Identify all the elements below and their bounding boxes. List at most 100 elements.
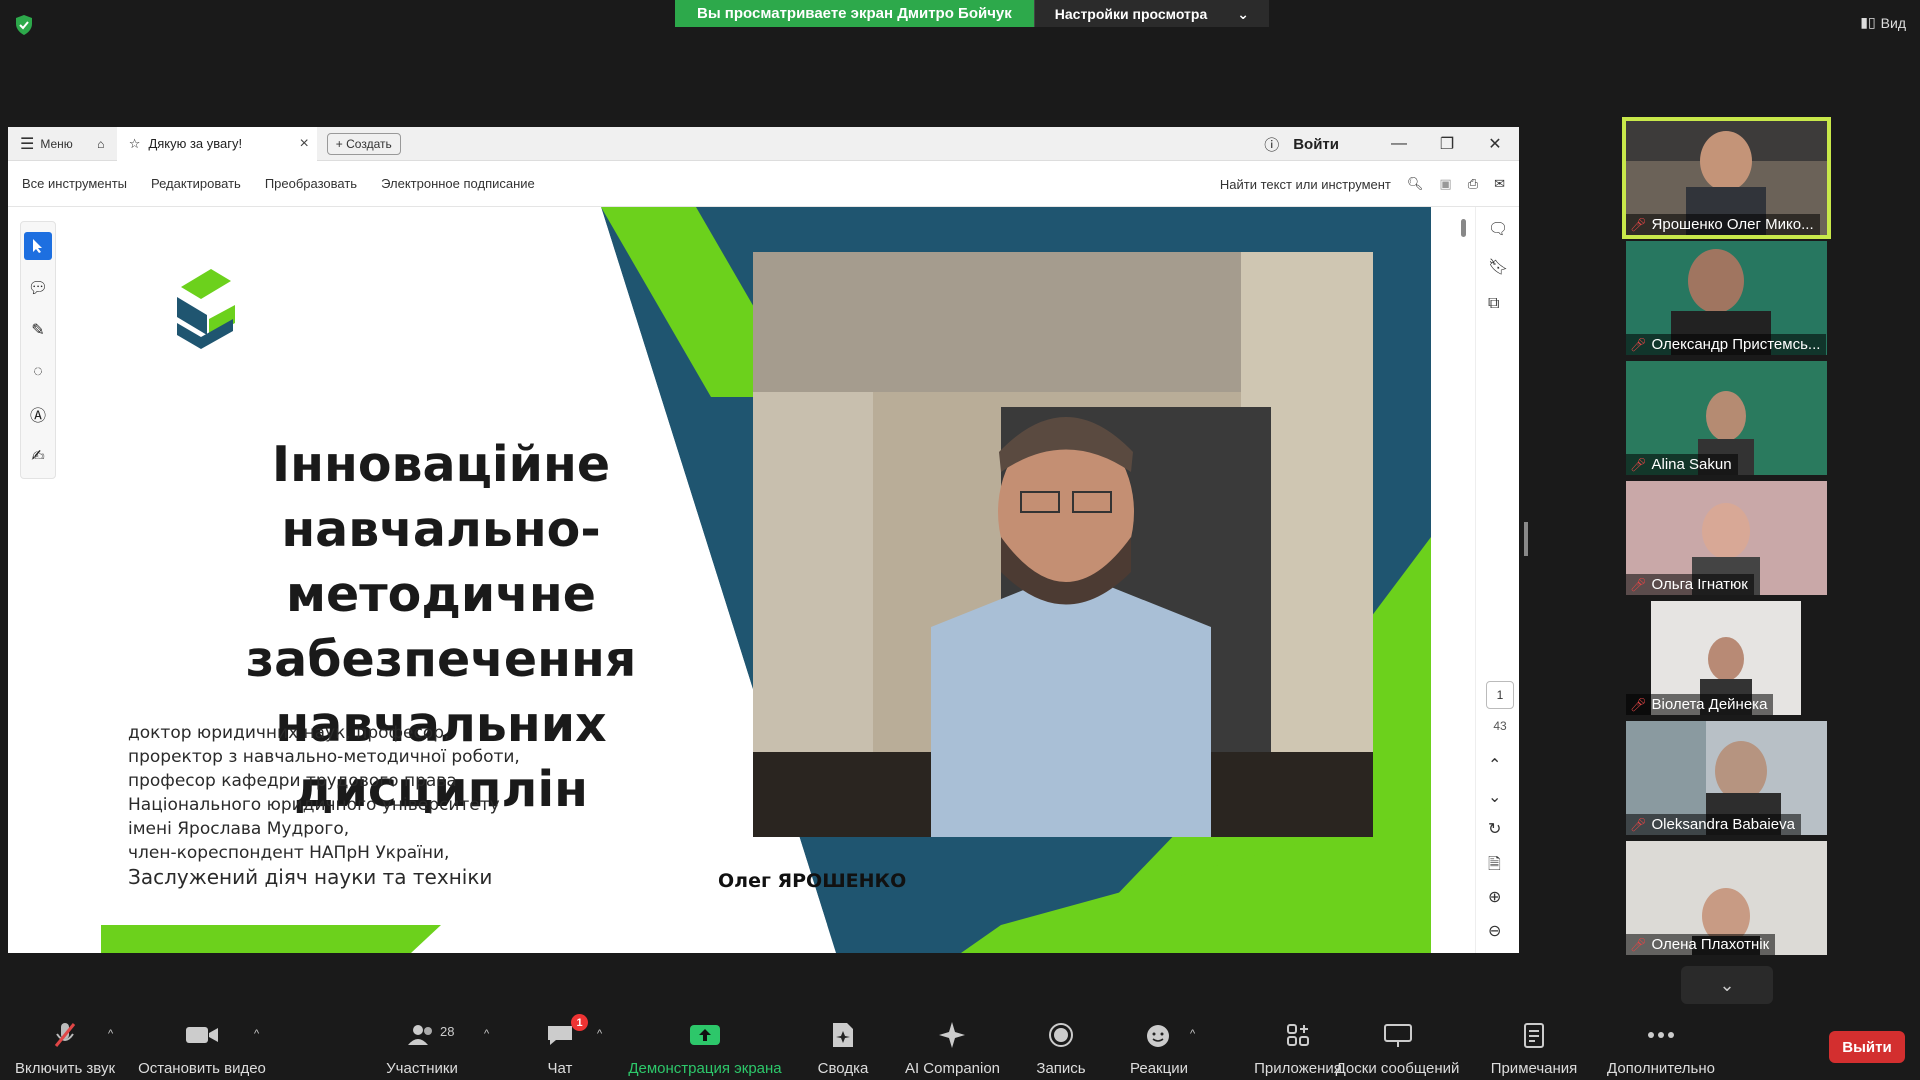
- menu-label: Меню: [40, 136, 73, 151]
- participant-name: Alina Sakun: [1651, 456, 1732, 473]
- mic-muted-icon: 🎤︎: [1630, 336, 1647, 352]
- participant-label: 🎤︎ Ярошенко Олег Мико...: [1626, 214, 1820, 235]
- panel-splitter-handle[interactable]: [1524, 522, 1528, 556]
- print-icon[interactable]: ⎙: [1468, 176, 1478, 192]
- share-screen-button[interactable]: Демонстрация экрана: [625, 1010, 785, 1080]
- credentials-line: професор кафедри трудового права: [128, 771, 457, 791]
- select-cursor-icon[interactable]: [24, 232, 52, 260]
- participant-tile[interactable]: 🎤︎ Ярошенко Олег Мико...: [1622, 117, 1831, 239]
- convert-link[interactable]: Преобразовать: [265, 176, 357, 191]
- unmute-button[interactable]: Включить звук: [10, 1010, 120, 1080]
- whiteboards-button[interactable]: Доски сообщений: [1330, 1010, 1465, 1080]
- bookmarks-icon[interactable]: 🔖︎: [1488, 257, 1508, 277]
- create-button[interactable]: + Создать: [326, 132, 401, 155]
- quick-tools-panel: 💬︎ ✎ ◌ Ⓐ ✍: [20, 221, 56, 479]
- participant-tile[interactable]: 🎤︎ Олександр Пристемсь...: [1626, 241, 1827, 355]
- highlight-pen-icon[interactable]: ✎: [24, 316, 52, 344]
- reactions-options-caret[interactable]: ^: [1190, 1028, 1195, 1040]
- chevron-up-icon[interactable]: ⌃: [1488, 755, 1501, 775]
- participant-tile[interactable]: 🎤︎ Олена Плахотнік: [1626, 841, 1827, 955]
- layout-icon: ▮▯: [1860, 14, 1876, 30]
- participant-name: Ольга Ігнатюк: [1651, 576, 1748, 593]
- esign-link[interactable]: Электронное подписание: [381, 176, 535, 191]
- participant-tile[interactable]: 🎤︎ Віолета Дейнека: [1626, 601, 1827, 715]
- stop-video-label: Остановить видео: [138, 1060, 266, 1077]
- close-tab-icon[interactable]: ×: [299, 135, 308, 153]
- comment-icon[interactable]: 💬︎: [24, 274, 52, 302]
- participant-name: Олена Плахотнік: [1651, 936, 1770, 953]
- zoom-out-icon[interactable]: ⊖: [1488, 921, 1501, 941]
- shared-screen-pdf-viewer: ☰ Меню ⌂ ☆ Дякую за увагу! × + Создать ⓘ…: [8, 127, 1519, 953]
- participants-button[interactable]: 28 Участники: [378, 1010, 466, 1080]
- participants-options-caret[interactable]: ^: [484, 1028, 489, 1040]
- stop-video-button[interactable]: Остановить видео: [137, 1010, 267, 1080]
- whiteboards-label: Доски сообщений: [1335, 1060, 1460, 1077]
- comments-panel-icon[interactable]: 🗨︎: [1488, 219, 1508, 239]
- scroll-participants-down-button[interactable]: ⌄: [1681, 966, 1773, 1004]
- view-label: Вид: [1880, 14, 1906, 31]
- sign-icon[interactable]: ✍: [24, 442, 52, 470]
- minimize-icon[interactable]: —: [1375, 135, 1423, 153]
- search-field[interactable]: Найти текст или инструмент: [1220, 177, 1391, 192]
- home-icon[interactable]: ⌂: [85, 137, 117, 151]
- search-icon[interactable]: 🔍︎: [1407, 176, 1424, 192]
- mic-muted-icon: 🎤︎: [1630, 576, 1647, 592]
- credentials-line: доктор юридичних наук, професор,: [128, 723, 450, 743]
- record-button[interactable]: Запись: [1030, 1010, 1092, 1080]
- credentials-line: Національного юридичного університету: [128, 795, 500, 815]
- star-icon[interactable]: ☆: [129, 136, 141, 152]
- close-window-icon[interactable]: ✕: [1471, 134, 1519, 154]
- leave-meeting-button[interactable]: Выйти: [1829, 1031, 1905, 1063]
- notes-icon: [1523, 1018, 1545, 1052]
- lasso-draw-icon[interactable]: ◌: [24, 358, 52, 386]
- summary-button[interactable]: Сводка: [813, 1010, 873, 1080]
- ai-companion-button[interactable]: AI Companion: [900, 1010, 1005, 1080]
- right-rail: 🗨︎ 🔖︎ ⧉ 1 43 ⌃ ⌄ ↻ 🗎︎ ⊕ ⊖: [1475, 207, 1519, 953]
- page-fit-icon[interactable]: 🗎︎: [1488, 853, 1501, 880]
- participant-label: 🎤︎ Ольга Ігнатюк: [1626, 574, 1754, 595]
- participant-tile[interactable]: 🎤︎ Ольга Ігнатюк: [1626, 481, 1827, 595]
- zoom-in-icon[interactable]: ⊕: [1488, 887, 1501, 907]
- save-icon[interactable]: ▣: [1439, 176, 1451, 192]
- participant-tile[interactable]: 🎤︎ Alina Sakun: [1626, 361, 1827, 475]
- vertical-scrollbar[interactable]: [1461, 219, 1466, 237]
- ai-companion-label: AI Companion: [904, 1060, 1001, 1077]
- chat-button[interactable]: 1 Чат: [535, 1010, 588, 1080]
- view-options-button[interactable]: Настройки просмотра ⌄: [1033, 0, 1269, 27]
- slide-title-line: забезпечення: [245, 631, 637, 688]
- participant-label: 🎤︎ Oleksandra Babaieva: [1626, 814, 1801, 835]
- text-recognition-icon[interactable]: Ⓐ: [24, 400, 52, 428]
- video-options-caret[interactable]: ^: [254, 1028, 259, 1040]
- more-button[interactable]: Дополнительно: [1604, 1010, 1718, 1080]
- chevron-down-icon[interactable]: ⌄: [1488, 787, 1501, 807]
- participant-name: Ярошенко Олег Мико...: [1651, 216, 1814, 233]
- document-tab[interactable]: ☆ Дякую за увагу! ×: [116, 127, 317, 161]
- menu-button[interactable]: ☰ Меню: [8, 134, 85, 154]
- speaker-name: Олег ЯРОШЕНКО: [718, 870, 907, 892]
- mic-muted-icon: 🎤︎: [1630, 456, 1647, 472]
- all-tools-link[interactable]: Все инструменты: [22, 176, 127, 191]
- audio-options-caret[interactable]: ^: [108, 1028, 113, 1040]
- tab-bar: ☰ Меню ⌂ ☆ Дякую за увагу! × + Создать ⓘ…: [8, 127, 1519, 161]
- login-button[interactable]: Войти: [1293, 136, 1339, 153]
- edit-link[interactable]: Редактировать: [151, 176, 241, 191]
- create-label: Создать: [346, 136, 392, 151]
- encryption-shield-icon[interactable]: [14, 14, 34, 36]
- reactions-button[interactable]: Реакции: [1128, 1010, 1190, 1080]
- notes-button[interactable]: Примечания: [1486, 1010, 1582, 1080]
- more-label: Дополнительно: [1607, 1060, 1715, 1077]
- participant-label: 🎤︎ Віолета Дейнека: [1626, 694, 1774, 715]
- mail-icon[interactable]: ✉: [1494, 176, 1505, 192]
- share-screen-label: Демонстрация экрана: [628, 1060, 782, 1077]
- page-total: 43: [1493, 719, 1507, 733]
- apps-icon: [1285, 1018, 1311, 1052]
- rotate-icon[interactable]: ↻: [1488, 819, 1501, 839]
- pages-icon[interactable]: ⧉: [1488, 295, 1499, 313]
- help-icon[interactable]: ⓘ: [1264, 134, 1279, 155]
- current-page-field[interactable]: 1: [1486, 681, 1514, 709]
- document-area: 💬︎ ✎ ◌ Ⓐ ✍ Інноваційне навчально-методич…: [8, 207, 1519, 953]
- restore-icon[interactable]: ❐: [1423, 134, 1471, 154]
- view-button[interactable]: ▮▯ Вид: [1860, 14, 1906, 31]
- participant-tile[interactable]: 🎤︎ Oleksandra Babaieva: [1626, 721, 1827, 835]
- chat-options-caret[interactable]: ^: [597, 1028, 602, 1040]
